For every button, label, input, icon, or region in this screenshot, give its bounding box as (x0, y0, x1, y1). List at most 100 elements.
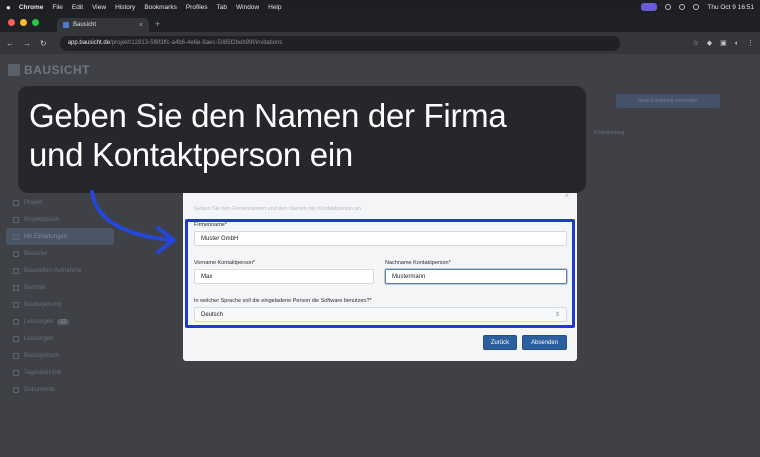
submit-button[interactable]: Absenden (522, 335, 567, 350)
chrome-menu-icon[interactable]: ⋮ (747, 39, 754, 47)
invitation-modal: × Geben Sie den Firmennamen und den Name… (183, 183, 577, 361)
book-icon (13, 352, 19, 359)
sidebar-item-dokumente[interactable]: Dokumente (0, 381, 120, 398)
favicon-icon (63, 22, 69, 28)
banner-line-1: Geben Sie den Namen der Firma (29, 97, 507, 134)
forward-icon[interactable]: → (23, 39, 31, 48)
apple-icon[interactable]: ● (6, 3, 11, 12)
document-icon (13, 386, 19, 393)
last-name-label: Nachname Kontaktperson* (385, 260, 451, 266)
recording-indicator-icon[interactable] (641, 3, 658, 11)
url-host: app.bausicht.de (67, 40, 111, 46)
camera-icon (13, 267, 19, 274)
reload-icon[interactable]: ↻ (40, 39, 47, 48)
modal-description: Geben Sie den Firmennamen und den Namen … (194, 206, 363, 212)
sidebar-item-label: Leistungen (24, 318, 54, 325)
address-bar: ← → ↻ app.bausicht.de /projekt/12813-5f8… (0, 32, 760, 54)
sidebar-item-label: Berichte (24, 284, 47, 291)
menu-file[interactable]: File (52, 4, 62, 11)
details-icon (13, 216, 19, 223)
minimize-window-icon[interactable] (20, 19, 27, 26)
extensions-puzzle-icon[interactable]: ▣ (720, 39, 727, 47)
menu-edit[interactable]: Edit (72, 4, 83, 11)
extension-icon[interactable]: ◆ (707, 39, 712, 47)
sidebar-item-label: Bautagebuch (24, 352, 60, 359)
new-tab-button[interactable]: + (155, 19, 160, 29)
menu-bookmarks[interactable]: Bookmarks (144, 4, 177, 11)
sidebar-item-label: Baubegehung (24, 301, 62, 308)
window-controls (0, 19, 47, 32)
first-name-label: Vorname Kontaktperson* (194, 260, 256, 266)
sidebar-item-leistungen[interactable]: Leistungen 12 (0, 313, 120, 330)
new-invitation-button[interactable]: Neue Einladung versenden (616, 94, 720, 108)
pointer-arrow-icon (90, 190, 176, 254)
wifi-icon[interactable] (679, 4, 686, 10)
column-header: Projektleitung (594, 130, 625, 136)
last-name-field[interactable]: Mustermann (385, 269, 567, 284)
language-label: In welcher Sprache soll die eingeladene … (194, 298, 372, 304)
back-button[interactable]: Zurück (483, 335, 517, 350)
sidebar-item-label: Dokumente (24, 386, 55, 393)
list-icon (13, 335, 19, 342)
sidebar-item-aufnahme[interactable]: Baustellen-Aufnahme (0, 262, 120, 279)
count-badge: 12 (57, 318, 69, 325)
invite-icon (13, 233, 19, 240)
first-name-value: Max (201, 273, 213, 280)
tab-title: Bausicht (73, 22, 97, 28)
sidebar-item-bautagebuch[interactable]: Bautagebuch (0, 347, 120, 364)
menu-help[interactable]: Help (268, 4, 281, 11)
calendar-icon (13, 369, 19, 376)
close-window-icon[interactable] (8, 19, 15, 26)
menu-chrome[interactable]: Chrome (19, 4, 44, 11)
menu-tab[interactable]: Tab (217, 4, 227, 11)
status-area: Thu Oct 9 16:51 (641, 3, 754, 11)
zoom-window-icon[interactable] (32, 19, 39, 26)
logo-icon (8, 64, 20, 76)
visit-icon (13, 250, 19, 257)
profile-avatar-icon[interactable]: ◐ (735, 40, 739, 47)
first-name-field[interactable]: Max (194, 269, 374, 284)
company-name-field[interactable]: Muster GmbH (194, 231, 567, 246)
sidebar-item-label: Baustellen-Aufnahme (24, 267, 82, 274)
select-chevron-icon: ⇕ (554, 312, 560, 318)
language-select[interactable]: Deutsch ⇕ (194, 307, 567, 322)
sidebar-item-label: Besuche (24, 250, 48, 257)
sidebar-item-baubegehung[interactable]: Baubegehung (0, 296, 120, 313)
banner-line-2: und Kontaktperson ein (29, 136, 353, 173)
url-path: /projekt/12813-5f8f3ffc-a4b6-4e6e-8aec-5… (110, 40, 283, 46)
menu-profiles[interactable]: Profiles (186, 4, 208, 11)
company-name-value: Muster GmbH (201, 235, 239, 242)
sidebar-item-label: Projekt (24, 199, 43, 206)
sidebar-item-label: Mit Einladungen (24, 233, 68, 240)
url-field[interactable]: app.bausicht.de /projekt/12813-5f8f3ffc-… (59, 35, 620, 51)
walk-icon (13, 301, 19, 308)
tutorial-banner: Geben Sie den Namen der Firma und Kontak… (18, 86, 586, 193)
menu-history[interactable]: History (115, 4, 135, 11)
sidebar-item-label: Leistungen (24, 335, 54, 342)
language-value: Deutsch (201, 311, 224, 318)
list-icon (13, 318, 19, 325)
brand-logo[interactable]: BAUSICHT (8, 63, 90, 77)
back-icon[interactable]: ← (6, 39, 14, 48)
sidebar-item-label: Projektdetails (24, 216, 61, 223)
menu-view[interactable]: View (92, 4, 106, 11)
report-icon (13, 284, 19, 291)
folder-icon (13, 199, 19, 206)
clock[interactable]: Thu Oct 9 16:51 (707, 4, 754, 11)
brand-name: BAUSICHT (24, 63, 90, 77)
sidebar-item-berichte[interactable]: Berichte (0, 279, 120, 296)
sidebar-item-leistungen-2[interactable]: Leistungen (0, 330, 120, 347)
bookmark-star-icon[interactable]: ☆ (692, 39, 698, 47)
tab-strip: Bausicht × + (0, 14, 760, 32)
macos-menubar: ● Chrome File Edit View History Bookmark… (0, 0, 760, 14)
company-label: Firmenname* (194, 222, 228, 228)
last-name-value: Mustermann (392, 273, 426, 280)
browser-tab[interactable]: Bausicht × (57, 18, 149, 32)
sidebar-item-tagesberichte[interactable]: Tagesberichte (0, 364, 120, 381)
menu-window[interactable]: Window (236, 4, 259, 11)
status-icon[interactable] (665, 4, 672, 10)
sidebar-item-label: Tagesberichte (24, 369, 62, 376)
close-tab-icon[interactable]: × (139, 22, 143, 29)
search-icon[interactable] (693, 4, 700, 10)
browser-toolbar: ☆ ◆ ▣ ◐ ⋮ (692, 39, 754, 48)
